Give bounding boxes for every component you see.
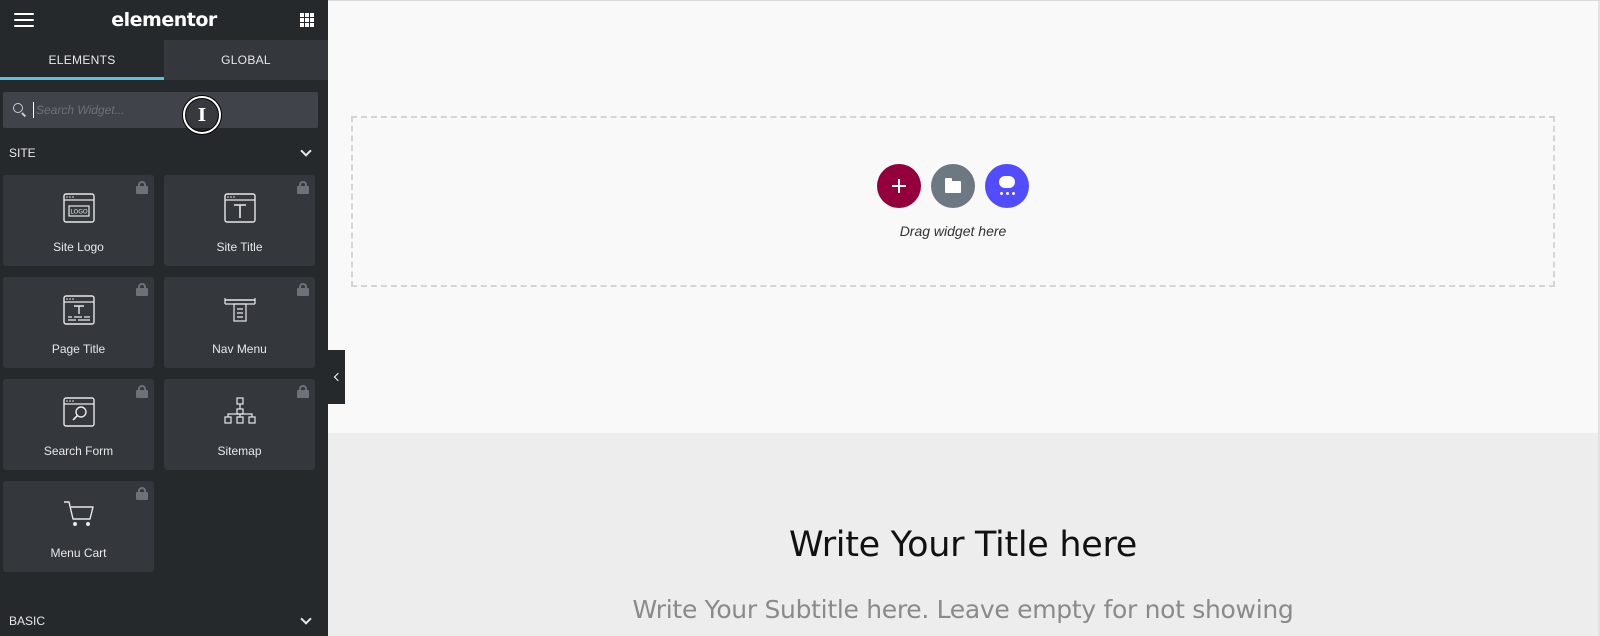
widget-page-title[interactable]: Page Title [3, 277, 154, 368]
search-icon [13, 103, 27, 117]
add-section-button[interactable] [877, 164, 921, 208]
site-logo-icon: LOGO [62, 191, 95, 225]
panel-header: elementor [0, 0, 328, 40]
hero-subtitle[interactable]: Write Your Subtitle here. Leave empty fo… [328, 595, 1598, 624]
lock-icon [136, 283, 148, 296]
page-title-icon [62, 293, 95, 327]
section-basic-header[interactable]: BASIC [0, 606, 328, 636]
widget-label: Site Title [216, 240, 263, 254]
lock-icon [297, 181, 309, 194]
lock-icon [297, 385, 309, 398]
chevron-left-icon [333, 372, 343, 382]
section-site-header[interactable]: SITE [0, 138, 328, 168]
widget-label: Page Title [51, 342, 106, 356]
widget-label: Site Logo [53, 240, 104, 254]
search-box: I [3, 92, 318, 134]
chevron-down-icon [300, 613, 312, 625]
search-form-icon [62, 395, 95, 429]
chevron-down-icon [300, 145, 312, 157]
lock-icon [136, 385, 148, 398]
widget-menu-cart[interactable]: Menu Cart [3, 481, 154, 572]
search-widget-input[interactable] [33, 102, 308, 118]
preview-canvas: Drag widget here Write Your Title here W… [328, 0, 1600, 636]
svg-text:LOGO: LOGO [70, 209, 88, 216]
lock-icon [136, 487, 148, 500]
editor-panel: elementor ELEMENTS GLOBAL I SITE [0, 0, 328, 636]
hero-section[interactable]: Write Your Title here Write Your Subtitl… [328, 433, 1598, 636]
lock-icon [136, 181, 148, 194]
add-section-buttons [877, 164, 1029, 208]
cloud-icon [996, 175, 1018, 197]
section-site-title: SITE [9, 146, 36, 160]
kit-library-button[interactable] [985, 164, 1029, 208]
folder-icon [945, 178, 961, 193]
widget-sitemap[interactable]: Sitemap [164, 379, 315, 470]
hero-title[interactable]: Write Your Title here [328, 525, 1598, 565]
sitemap-icon [223, 395, 256, 429]
lock-icon [297, 283, 309, 296]
panel-tabs: ELEMENTS GLOBAL [0, 40, 328, 80]
empty-section-drop-zone[interactable]: Drag widget here [351, 116, 1555, 287]
widget-site-title[interactable]: Site Title [164, 175, 315, 266]
widget-label: Search Form [43, 444, 114, 458]
widget-search-form[interactable]: Search Form [3, 379, 154, 470]
elementor-logo: elementor [111, 9, 217, 31]
text-cursor-icon: I [183, 96, 221, 134]
menu-cart-icon [63, 497, 95, 531]
site-widgets-grid: LOGO Site Logo Site Title Page Title Nav… [0, 168, 328, 572]
tab-elements[interactable]: ELEMENTS [0, 40, 164, 80]
widget-nav-menu[interactable]: Nav Menu [164, 277, 315, 368]
search-wrapper: I [0, 80, 328, 138]
nav-menu-icon [223, 293, 256, 327]
widget-site-logo[interactable]: LOGO Site Logo [3, 175, 154, 266]
collapse-panel-button[interactable] [328, 350, 345, 404]
widget-label: Nav Menu [212, 342, 267, 356]
site-title-icon [223, 191, 256, 225]
add-template-button[interactable] [931, 164, 975, 208]
tab-global[interactable]: GLOBAL [164, 40, 328, 80]
menu-icon[interactable] [14, 13, 34, 27]
widgets-grid-icon[interactable] [300, 13, 314, 27]
widget-label: Sitemap [217, 444, 262, 458]
widget-label: Menu Cart [50, 546, 107, 560]
section-basic-title: BASIC [9, 614, 46, 628]
drag-widget-hint: Drag widget here [899, 223, 1007, 239]
